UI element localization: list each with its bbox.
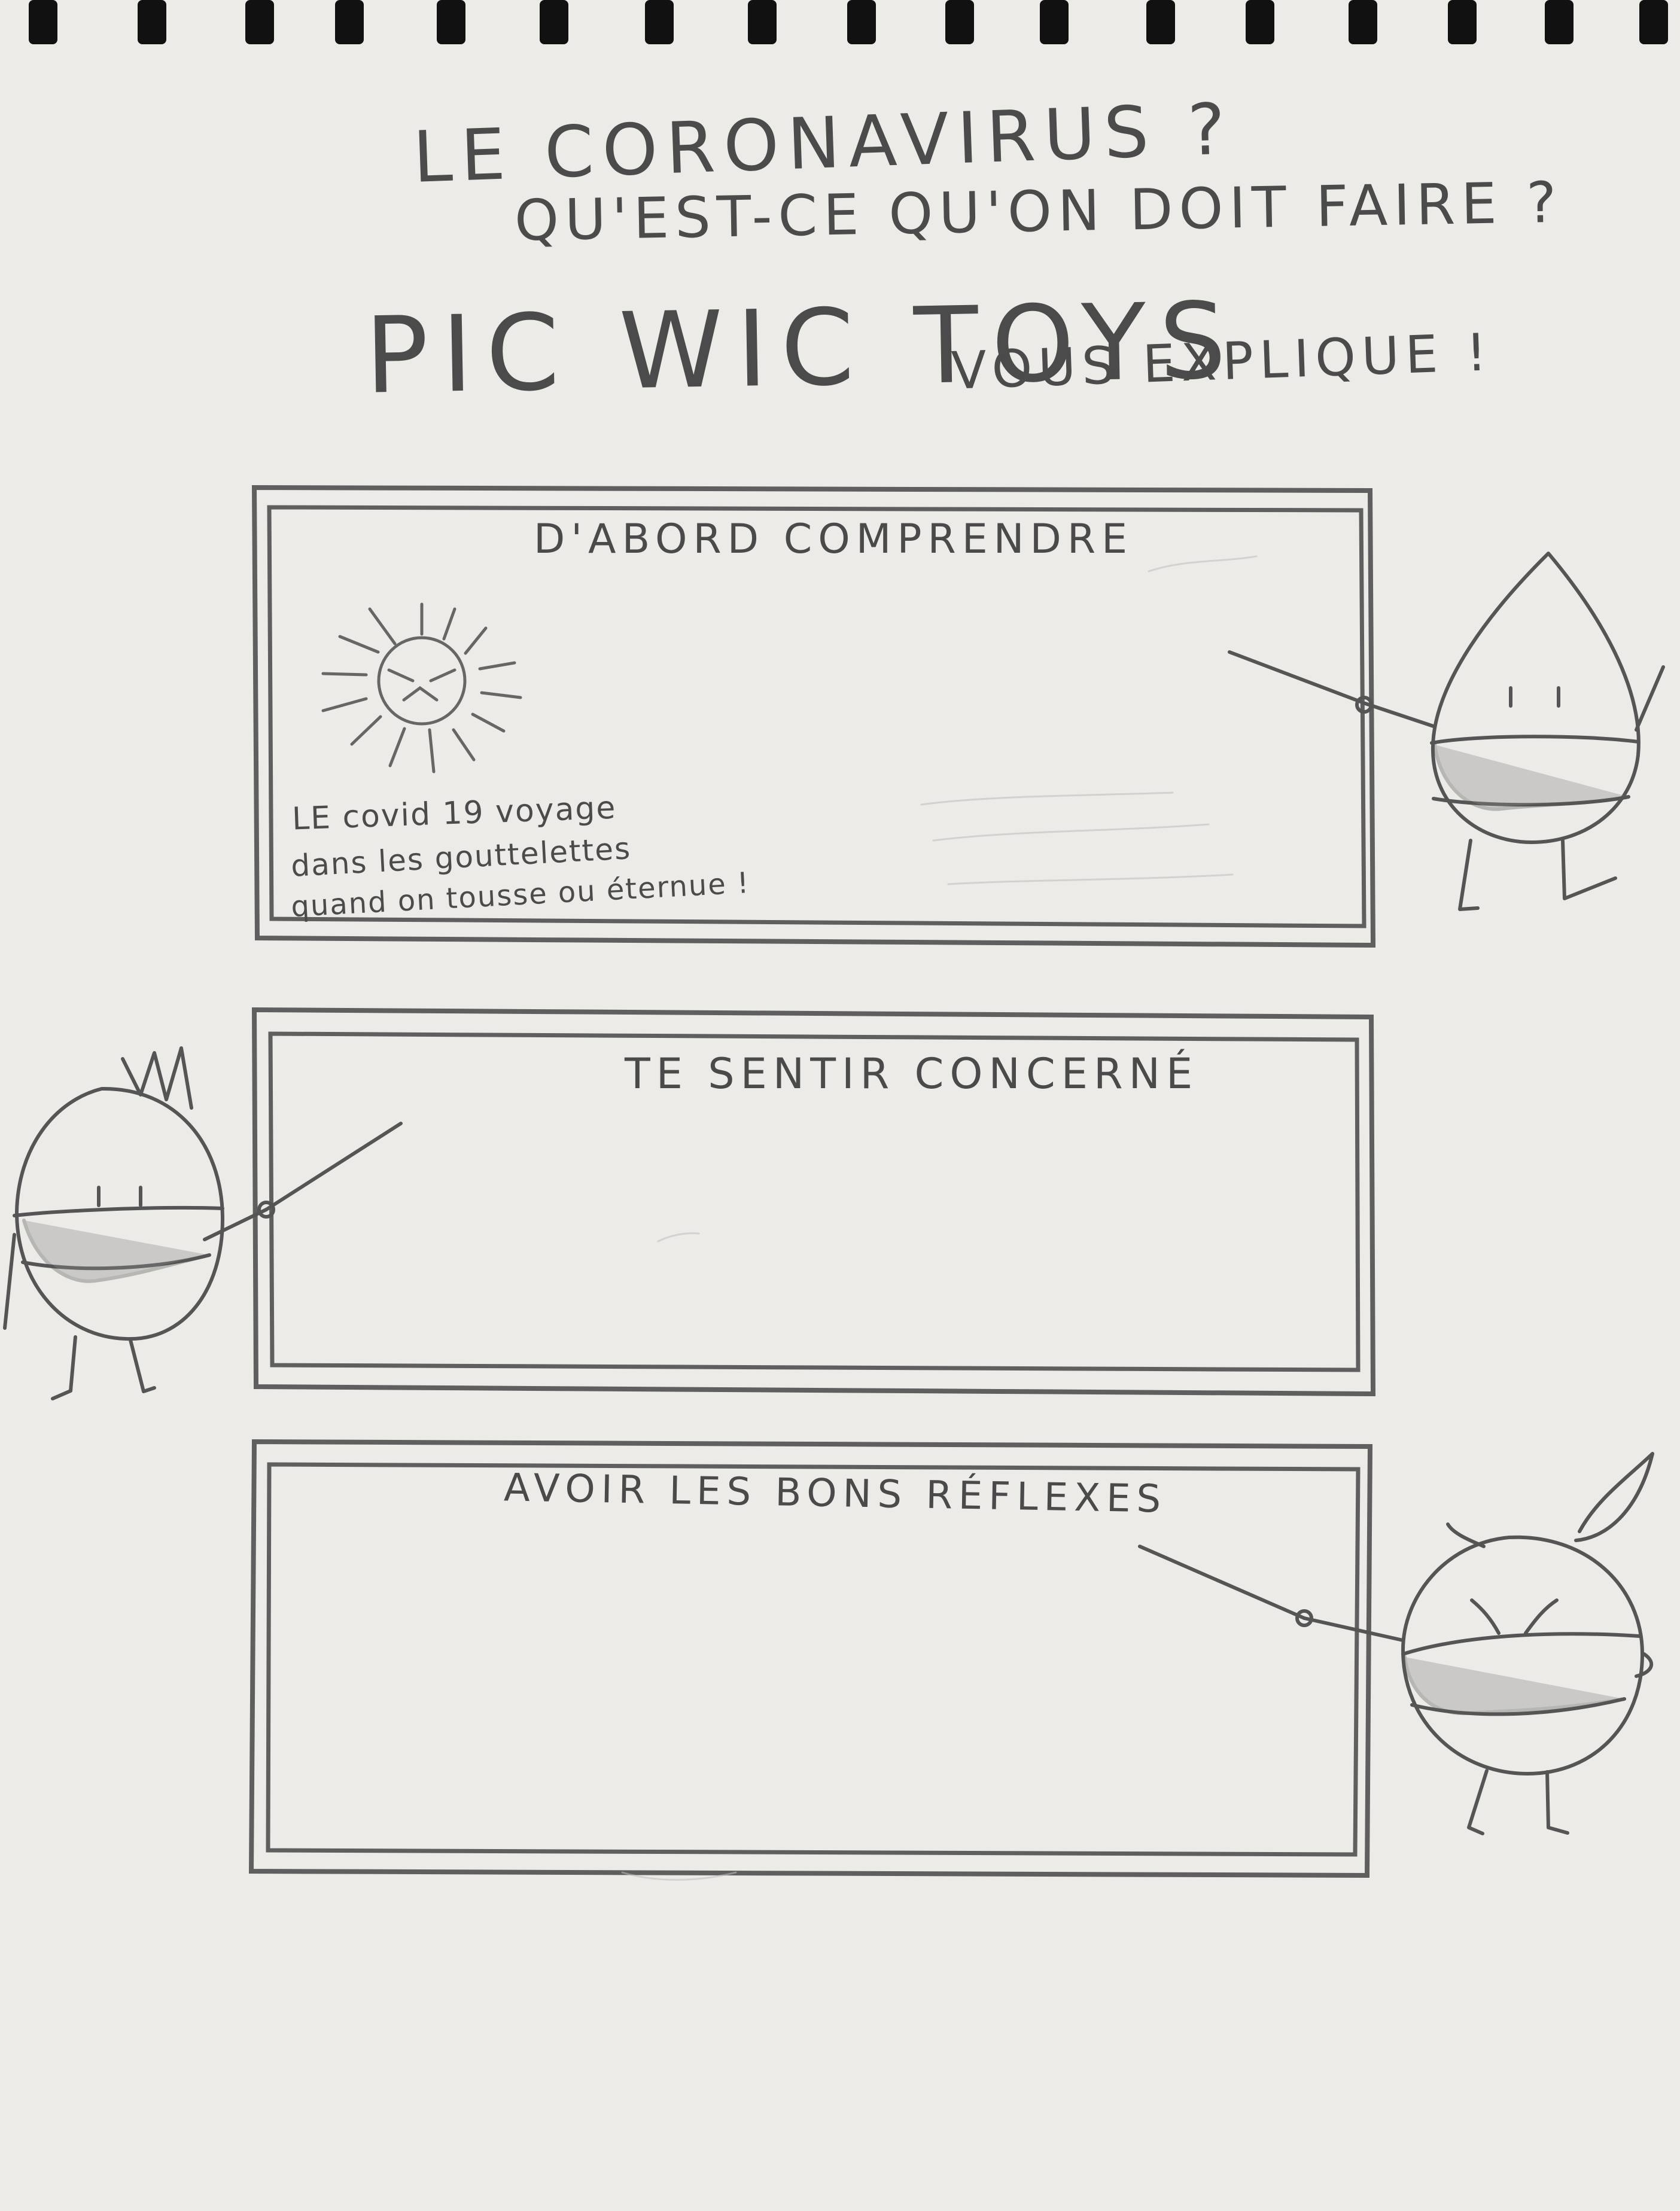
panel-1-title: D'ABORD COMPRENDRE xyxy=(534,516,1134,563)
panel-2-title: TE SENTIR CONCERNÉ xyxy=(625,1049,1199,1098)
